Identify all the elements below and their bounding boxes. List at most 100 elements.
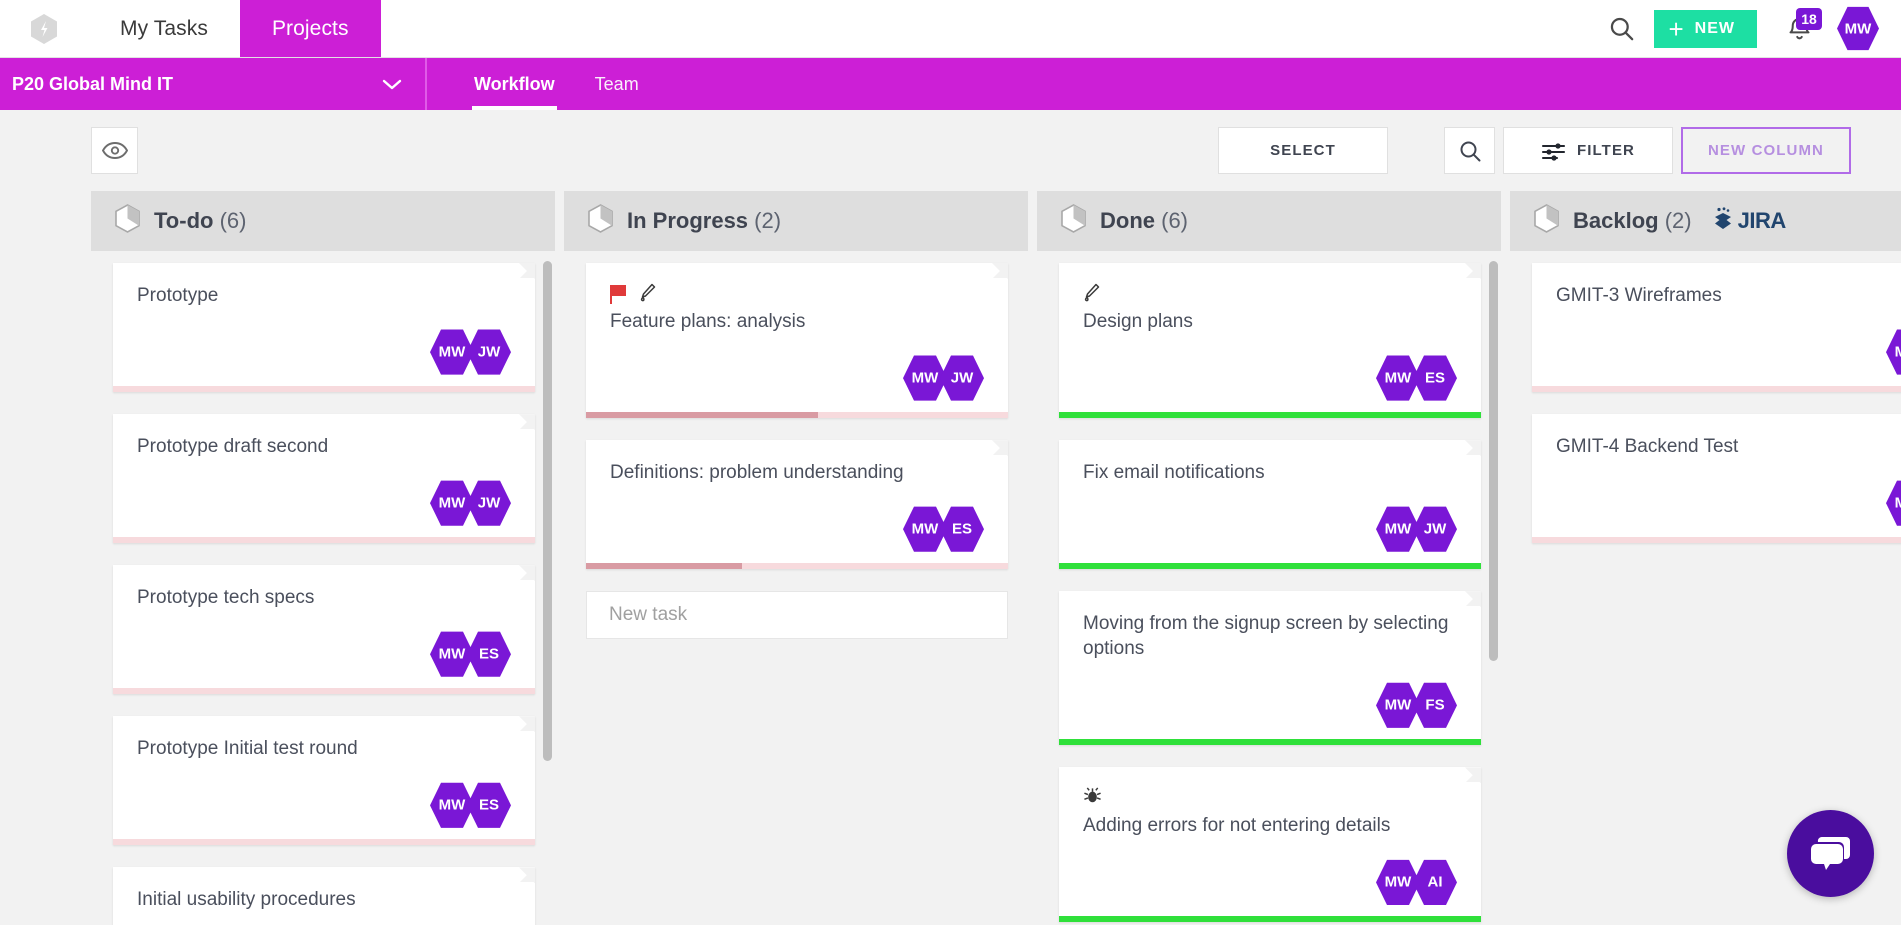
task-card[interactable]: Initial usability procedures MWLFDD [113, 867, 535, 925]
task-progress-fill [586, 563, 743, 570]
task-card-title: Definitions: problem understanding [610, 462, 904, 484]
avatar[interactable]: FS [1413, 682, 1457, 728]
task-card-title: Prototype tech specs [137, 587, 315, 609]
card-avatar-group: MW JW [610, 340, 984, 418]
chat-widget-button[interactable] [1787, 810, 1874, 897]
task-card[interactable]: Design plans MW ES [1059, 263, 1481, 419]
card-avatar-group: MW ES [137, 616, 511, 694]
column-title: In Progress (2) [627, 208, 781, 234]
avatar[interactable]: MW [1886, 329, 1901, 375]
nav-tab-projects[interactable]: Projects [239, 0, 381, 57]
notification-count-badge: 18 [1796, 7, 1822, 30]
column-header[interactable]: Backlog (2) JIRA [1510, 191, 1901, 251]
column-name: Backlog [1573, 208, 1665, 233]
avatar[interactable]: ES [940, 506, 984, 552]
card-avatar-group: MW JW [137, 314, 511, 392]
project-bar: P20 Global Mind IT Workflow Team [0, 58, 1901, 110]
card-fold-corner [1465, 263, 1481, 279]
card-avatar-group: MW ES [1083, 340, 1457, 418]
avatar[interactable]: AI [1413, 859, 1457, 905]
hexagon-status-icon [115, 204, 140, 238]
task-card-title: Prototype [137, 285, 219, 306]
task-progress-bar [1059, 563, 1481, 570]
task-card-title: Design plans [1083, 311, 1193, 332]
visibility-toggle-button[interactable] [91, 127, 138, 174]
app-logo[interactable] [0, 0, 88, 57]
avatar[interactable]: JW [940, 355, 984, 401]
task-card[interactable]: Definitions: problem understanding MW ES [586, 440, 1008, 570]
task-card[interactable]: GMIT-3 Wireframes MW [1532, 263, 1901, 393]
project-selector[interactable]: P20 Global Mind IT [0, 58, 427, 110]
task-progress-bar [113, 537, 535, 544]
task-card[interactable]: Moving from the signup screen by selecti… [1059, 591, 1481, 746]
task-card[interactable]: Fix email notifications MW JW [1059, 440, 1481, 570]
board-column: To-do (6) Prototype MW JW Prototype draft se… [91, 191, 555, 925]
column-header[interactable]: In Progress (2) [564, 191, 1028, 251]
filter-button[interactable]: FILTER [1503, 127, 1673, 174]
column-name: Done [1100, 208, 1162, 233]
avatar[interactable]: JW [1413, 506, 1457, 552]
task-progress-bar [1532, 537, 1901, 544]
user-avatar[interactable]: MW [1837, 6, 1879, 51]
board-search-button[interactable] [1444, 127, 1495, 174]
nav-tab-my-tasks[interactable]: My Tasks [88, 0, 240, 57]
top-navigation-bar: My Tasks Projects + NEW 18 MW [0, 0, 1901, 58]
select-button-label: SELECT [1270, 142, 1336, 159]
avatar[interactable]: JW [467, 329, 511, 375]
task-card[interactable]: Prototype MW JW [113, 263, 535, 393]
column-title: To-do (6) [154, 208, 246, 234]
tab-workflow[interactable]: Workflow [454, 58, 575, 110]
kanban-board: To-do (6) Prototype MW JW Prototype draft se… [0, 191, 1901, 925]
notifications-button[interactable]: 18 [1771, 0, 1827, 58]
new-button[interactable]: + NEW [1654, 9, 1757, 48]
column-count: (2) [1664, 208, 1692, 233]
jira-mark-icon [1712, 206, 1734, 236]
project-tabs: Workflow Team [427, 58, 659, 110]
new-button-label: NEW [1694, 19, 1735, 37]
column-scrollbar[interactable] [543, 261, 552, 761]
task-card[interactable]: Prototype draft second MW JW [113, 414, 535, 544]
column-scrollbar[interactable] [1489, 261, 1498, 661]
avatar[interactable]: MW [1886, 480, 1901, 526]
tab-team-label: Team [594, 73, 639, 94]
column-header[interactable]: To-do (6) [91, 191, 555, 251]
select-button[interactable]: SELECT [1218, 127, 1388, 174]
card-fold-corner [519, 263, 535, 279]
task-card[interactable]: Adding errors for not entering details MW… [1059, 767, 1481, 923]
task-card[interactable]: Feature plans: analysis MW JW [586, 263, 1008, 419]
board-column: Done (6) Design plans MW ES Fix email notifi… [1037, 191, 1501, 925]
avatar-initials: JW [477, 343, 501, 361]
column-count: (2) [754, 208, 782, 233]
card-avatar-group: MW ES [610, 491, 984, 569]
pen-icon [1083, 282, 1101, 307]
task-progress-bar [1059, 412, 1481, 419]
avatar-initials: MW [1894, 343, 1901, 361]
task-card[interactable]: Prototype Initial test round MW ES [113, 716, 535, 846]
task-card[interactable]: GMIT-4 Backend Test MW [1532, 414, 1901, 544]
column-header[interactable]: Done (6) [1037, 191, 1501, 251]
card-fold-corner [519, 565, 535, 582]
new-task-input[interactable] [586, 591, 1008, 640]
avatar[interactable]: JW [467, 480, 511, 526]
avatar-initials: FS [1425, 696, 1445, 714]
card-avatar-group: MW [1556, 465, 1901, 543]
hexagon-status-icon [1534, 204, 1559, 238]
card-fold-corner [1465, 767, 1481, 784]
tab-team[interactable]: Team [575, 58, 659, 110]
filter-button-label: FILTER [1577, 142, 1635, 159]
new-column-button[interactable]: NEW COLUMN [1681, 127, 1851, 174]
eye-icon [101, 142, 128, 159]
search-icon [1610, 17, 1634, 41]
global-search-button[interactable] [1594, 0, 1648, 58]
column-card-list: Design plans MW ES Fix email notifications M… [1037, 251, 1501, 925]
avatar[interactable]: ES [467, 631, 511, 677]
task-card[interactable]: Prototype tech specs MW ES [113, 565, 535, 695]
project-name: P20 Global Mind IT [12, 73, 174, 94]
avatar[interactable]: ES [1413, 355, 1457, 401]
chevron-down-icon [382, 79, 402, 90]
task-progress-fill [586, 412, 819, 419]
avatar[interactable]: ES [467, 782, 511, 828]
column-count: (6) [219, 208, 247, 233]
card-fold-corner [519, 414, 535, 431]
